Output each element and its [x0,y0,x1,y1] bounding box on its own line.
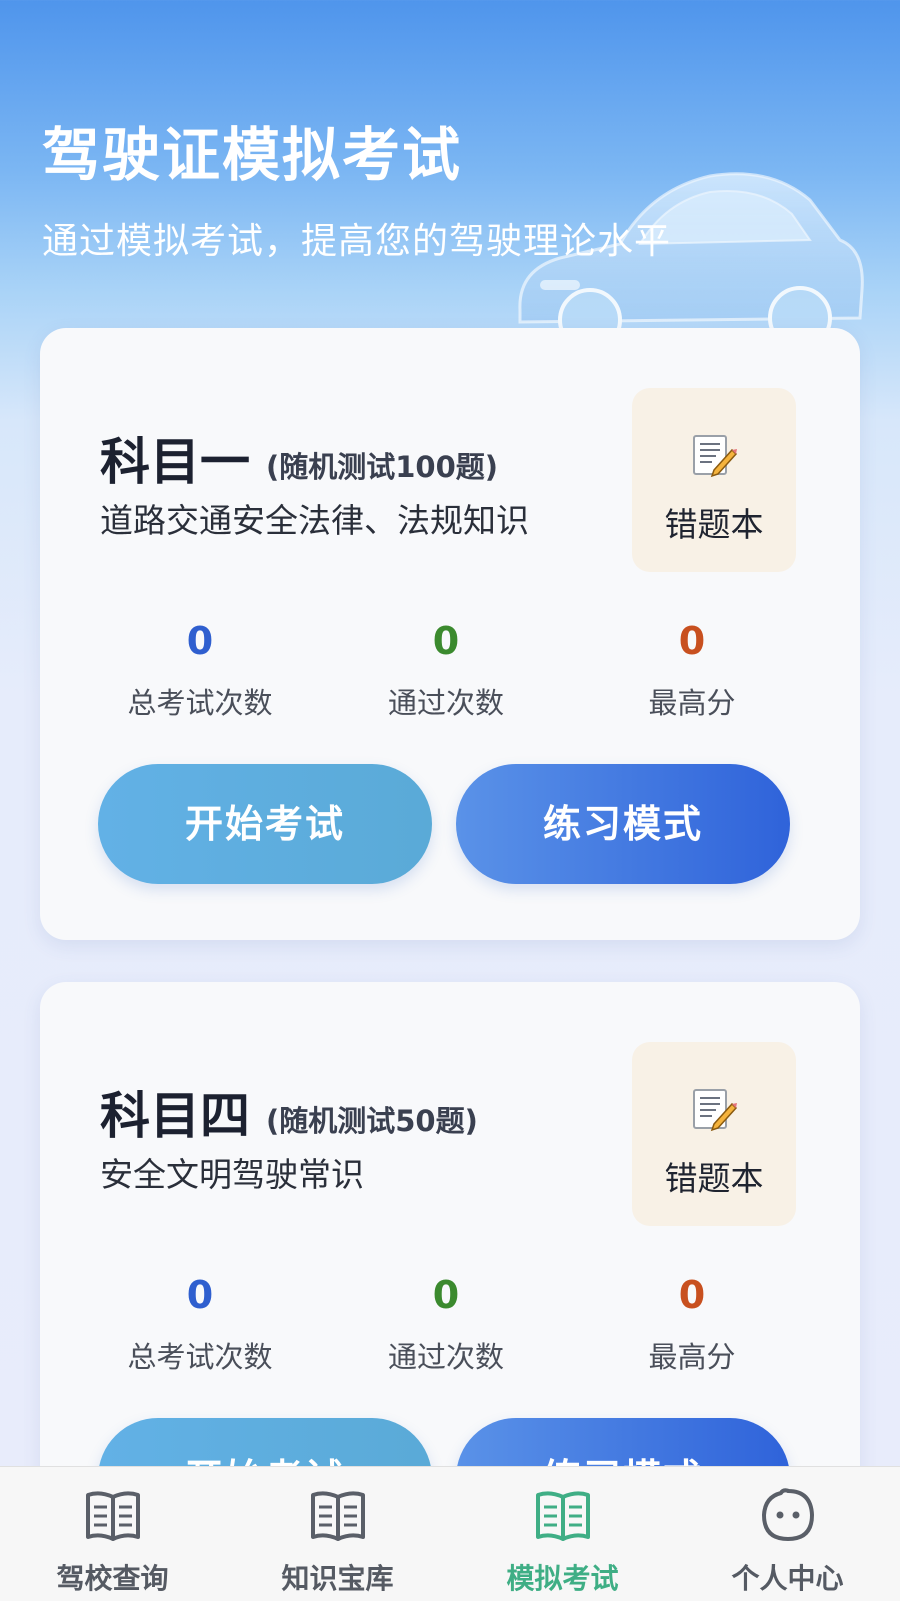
stat-passes: 0 通过次数 [326,616,566,722]
subject-card-1: 科目一 (随机测试100题) 道路交通安全法律、法规知识 错题本 0 总考试次数… [40,328,860,940]
nav-item-mock-exam[interactable]: 模拟考试 [450,1467,675,1601]
stat-label: 通过次数 [387,1340,504,1374]
header: 驾驶证模拟考试 通过模拟考试，提高您的驾驶理论水平 [0,0,900,350]
stat-label: 通过次数 [387,686,504,720]
stat-value: 0 [186,619,214,663]
stat-value: 0 [432,1273,460,1317]
subject-name: 科目四 [100,1087,250,1145]
stat-label: 最高分 [648,1340,736,1374]
subject-name: 科目一 [100,433,250,491]
stat-best-score: 0 最高分 [572,616,812,722]
stat-label: 总考试次数 [127,686,273,720]
nav-label: 驾校查询 [56,1562,169,1595]
stat-total-exams: 0 总考试次数 [80,1270,320,1376]
book-icon [536,1491,590,1541]
stat-label: 最高分 [648,686,736,720]
wrongbook-button[interactable]: 错题本 [632,388,796,572]
book-icon [311,1491,365,1541]
stat-value: 0 [678,1273,706,1317]
nav-label: 个人中心 [731,1562,844,1595]
wrongbook-label: 错题本 [664,505,764,544]
page-subtitle: 通过模拟考试，提高您的驾驶理论水平 [42,221,672,262]
stat-passes: 0 通过次数 [326,1270,566,1376]
wrongbook-button[interactable]: 错题本 [632,1042,796,1226]
stat-total-exams: 0 总考试次数 [80,616,320,722]
memo-icon [693,1089,738,1132]
stat-best-score: 0 最高分 [572,1270,812,1376]
wrongbook-label: 错题本 [664,1159,764,1198]
nav-label: 模拟考试 [506,1562,619,1595]
page-title: 驾驶证模拟考试 [42,121,463,189]
subject-note: (随机测试100题) [266,450,499,484]
nav-item-knowledge[interactable]: 知识宝库 [225,1467,450,1601]
subject-note: (随机测试50题) [266,1104,478,1138]
stat-value: 0 [186,1273,214,1317]
nav-item-school-search[interactable]: 驾校查询 [0,1467,225,1601]
nav-label: 知识宝库 [281,1562,394,1595]
face-icon [762,1488,814,1541]
subject-description: 安全文明驾驶常识 [100,1155,364,1194]
nav-item-profile[interactable]: 个人中心 [675,1467,900,1601]
subject-description: 道路交通安全法律、法规知识 [100,501,529,540]
stat-label: 总考试次数 [127,1340,273,1374]
book-icon [86,1491,140,1541]
stat-value: 0 [678,619,706,663]
stat-value: 0 [432,619,460,663]
practice-mode-button[interactable]: 练习模式 [456,764,790,884]
memo-icon [693,435,738,478]
start-exam-button[interactable]: 开始考试 [98,764,432,884]
bottom-nav: 驾校查询 知识宝库 模拟考试 个人中心 [0,1466,900,1601]
